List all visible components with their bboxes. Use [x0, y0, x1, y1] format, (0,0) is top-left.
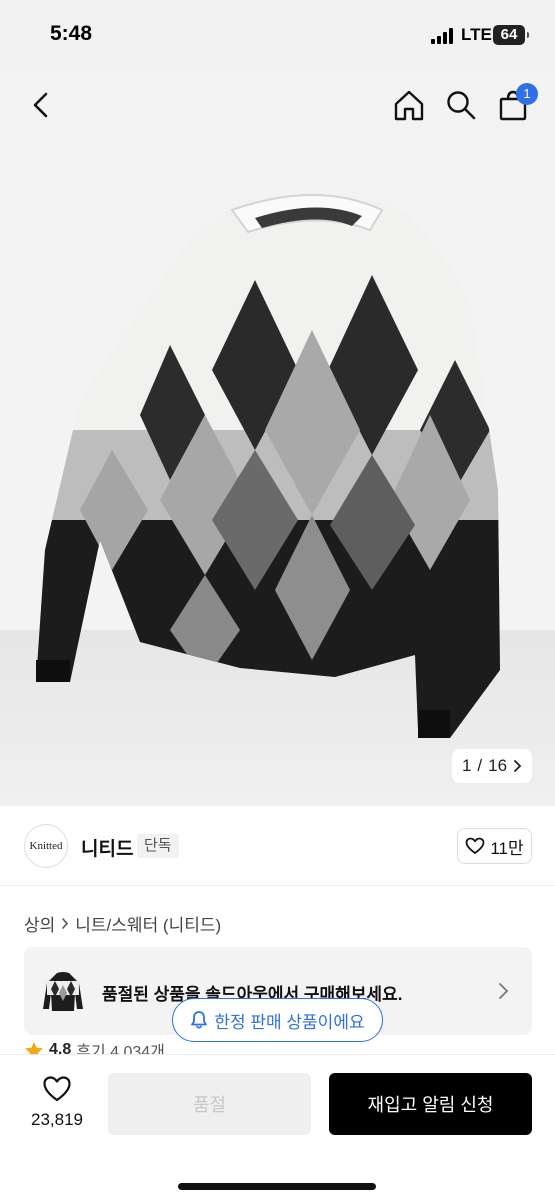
- soldout-button: 품절: [108, 1073, 311, 1135]
- banner-thumbnail: [41, 967, 85, 1015]
- home-indicator: [178, 1183, 376, 1190]
- brand-row: Knitted 니티드 단독 11만: [0, 806, 555, 886]
- restock-alert-button[interactable]: 재입고 알림 신청: [329, 1073, 532, 1135]
- limited-sale-text: 한정 판매 상품이에요: [214, 1012, 365, 1032]
- breadcrumb-category[interactable]: 상의: [24, 911, 55, 936]
- back-icon: [33, 92, 48, 118]
- wishlist-count: 23,819: [31, 1110, 83, 1129]
- network-type: LTE: [461, 25, 492, 44]
- pager-separator: /: [477, 756, 483, 775]
- pager-total: 16: [488, 756, 508, 775]
- search-icon: [447, 91, 476, 120]
- product-gallery[interactable]: 1 1 / 16: [0, 70, 555, 806]
- breadcrumb-subcategory[interactable]: 니트/스웨터 (니티드): [75, 911, 221, 936]
- bell-icon: [191, 1011, 208, 1029]
- heart-icon: [465, 837, 485, 854]
- brand-like-count: 11만: [490, 838, 524, 858]
- status-time: 5:48: [50, 22, 93, 45]
- exclusive-tag: 단독: [137, 834, 179, 858]
- status-bar: 5:48 LTE 64: [0, 0, 555, 70]
- signal-icon: [431, 28, 455, 44]
- home-button[interactable]: [390, 86, 428, 124]
- chevron-right-icon: [514, 760, 522, 772]
- search-button[interactable]: [442, 86, 480, 124]
- breadcrumb: 상의 니트/스웨터 (니티드): [24, 911, 221, 936]
- wishlist-button[interactable]: 23,819: [20, 1075, 94, 1137]
- limited-sale-pill: 한정 판매 상품이에요: [172, 998, 383, 1042]
- cart-count-badge: 1: [516, 83, 538, 105]
- cart-button[interactable]: 1: [494, 83, 538, 124]
- chevron-right-icon: [499, 983, 509, 999]
- chevron-right-icon: [62, 918, 69, 929]
- bottom-action-bar: 23,819 품절 재입고 알림 신청: [0, 1054, 555, 1200]
- brand-name[interactable]: 니티드: [81, 834, 133, 861]
- brand-logo[interactable]: Knitted: [24, 824, 68, 868]
- back-button[interactable]: [24, 88, 58, 122]
- brand-like-button[interactable]: 11만: [457, 828, 532, 864]
- product-image: [0, 70, 555, 806]
- gallery-pager[interactable]: 1 / 16: [452, 749, 532, 783]
- pager-current: 1: [461, 756, 472, 775]
- heart-icon: [43, 1076, 71, 1102]
- battery-icon: 64: [493, 25, 529, 45]
- home-icon: [394, 90, 424, 121]
